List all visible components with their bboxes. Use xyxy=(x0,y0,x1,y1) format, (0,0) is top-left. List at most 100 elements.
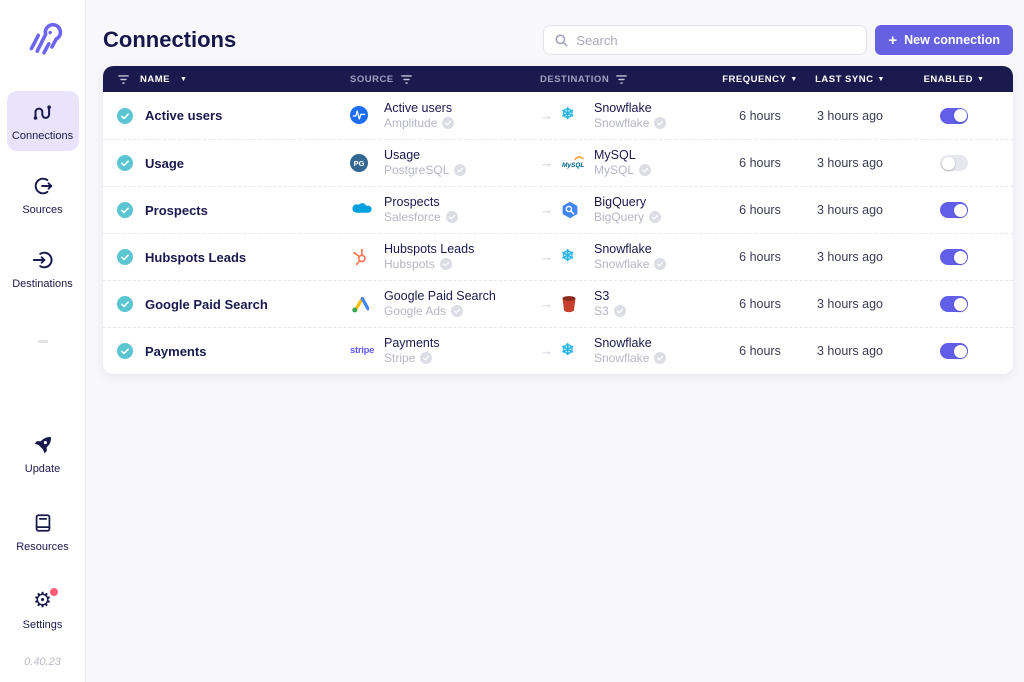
column-header-frequency[interactable]: FREQUENCY ▼ xyxy=(715,74,805,85)
destination-title: S3 xyxy=(594,289,610,304)
toggle-knob xyxy=(953,297,967,311)
filter-icon[interactable] xyxy=(117,73,130,86)
rocket-icon xyxy=(32,433,54,457)
sort-caret-icon: ▼ xyxy=(179,76,188,83)
enabled-toggle[interactable] xyxy=(940,343,968,359)
last-sync-cell: 3 hours ago xyxy=(805,203,895,217)
name-cell: Usage xyxy=(103,155,340,171)
connection-name: Hubspots Leads xyxy=(145,249,247,265)
status-check-icon xyxy=(117,202,133,218)
column-header-enabled[interactable]: ENABLED ▼ xyxy=(895,74,1013,85)
source-cell: Google Paid Search Google Ads xyxy=(340,289,530,318)
verified-badge-icon xyxy=(420,352,433,365)
last-sync-value: 3 hours ago xyxy=(816,108,884,123)
source-connector: Hubspots xyxy=(384,257,435,272)
filter-icon[interactable] xyxy=(400,73,413,86)
notification-dot xyxy=(49,588,58,596)
sidebar-item-update[interactable]: Update xyxy=(7,424,79,484)
enabled-toggle[interactable] xyxy=(940,249,968,265)
verified-badge-icon xyxy=(649,211,662,224)
enabled-toggle[interactable] xyxy=(940,155,968,171)
destination-cell: → ❄ Snowflake Snowflake xyxy=(530,101,715,130)
search-input[interactable] xyxy=(576,32,857,48)
sidebar-item-sources[interactable]: Sources xyxy=(7,165,79,225)
destination-title: Snowflake xyxy=(594,336,652,351)
sidebar-item-label: Connections xyxy=(11,130,74,142)
sidebar-item-destinations[interactable]: Destinations xyxy=(7,239,79,299)
frequency-cell: 6 hours xyxy=(715,297,805,311)
frequency-value: 6 hours xyxy=(739,156,781,170)
svg-text:PG: PG xyxy=(354,159,365,168)
connection-row[interactable]: Google Paid Search Google Paid Search Go… xyxy=(103,280,1013,327)
enabled-cell xyxy=(895,155,1013,171)
toggle-knob xyxy=(953,203,967,217)
last-sync-value: 3 hours ago xyxy=(816,250,884,264)
svg-text:MySQL: MySQL xyxy=(562,162,584,169)
name-cell: Hubspots Leads xyxy=(103,249,340,265)
arrow-right-icon: → xyxy=(540,296,553,312)
source-connector: PostgreSQL xyxy=(384,163,450,178)
name-cell: Prospects xyxy=(103,202,340,218)
destination-connector: S3 xyxy=(594,304,609,319)
connection-row[interactable]: Payments stripe Payments Stripe → ❄ Snow… xyxy=(103,327,1013,374)
book-icon xyxy=(32,511,54,535)
enabled-cell xyxy=(895,249,1013,265)
arrow-right-icon: → xyxy=(540,202,553,218)
column-label: LAST SYNC xyxy=(815,73,874,85)
source-connector: Salesforce xyxy=(384,210,441,225)
enabled-toggle[interactable] xyxy=(940,107,968,124)
connection-name: Prospects xyxy=(145,202,208,218)
destination-in-icon xyxy=(32,248,54,272)
sidebar-item-resources[interactable]: Resources xyxy=(7,502,79,562)
frequency-value: 6 hours xyxy=(739,250,781,264)
connection-row[interactable]: Active users Active users Amplitude → ❄ … xyxy=(103,92,1013,139)
enabled-cell xyxy=(895,107,1013,124)
table-header: NAME ▼ SOURCE DESTINATION FREQUENCY ▼ LAST SYN… xyxy=(103,66,1013,92)
column-header-source[interactable]: SOURCE xyxy=(340,73,530,86)
column-header-destination[interactable]: DESTINATION xyxy=(530,73,715,86)
connection-row[interactable]: Prospects Prospects Salesforce → BigQuer… xyxy=(103,186,1013,233)
status-check-icon xyxy=(117,155,133,171)
frequency-cell: 6 hours xyxy=(715,109,805,123)
new-connection-button[interactable]: + New connection xyxy=(875,25,1013,55)
last-sync-cell: 3 hours ago xyxy=(805,156,895,170)
new-connection-label: New connection xyxy=(904,33,1000,47)
sidebar-item-connections[interactable]: Connections xyxy=(6,91,79,151)
enabled-cell xyxy=(895,296,1013,312)
column-header-name[interactable]: NAME ▼ xyxy=(103,73,340,86)
enabled-toggle[interactable] xyxy=(940,202,968,218)
status-check-icon xyxy=(117,107,133,124)
connection-name: Usage xyxy=(145,155,185,171)
filter-icon[interactable] xyxy=(615,73,628,86)
airbyte-logo xyxy=(22,16,64,63)
app-window: Connections Sources Destinations Update … xyxy=(0,0,1024,682)
connection-row[interactable]: Hubspots Leads Hubspots Leads Hubspots →… xyxy=(103,233,1013,280)
destination-connector: Snowflake xyxy=(594,351,650,366)
enabled-toggle[interactable] xyxy=(940,296,968,312)
postgresql-icon: PG xyxy=(350,153,376,173)
destination-connector: Snowflake xyxy=(594,115,650,130)
search-box[interactable] xyxy=(543,25,868,55)
connections-table: NAME ▼ SOURCE DESTINATION FREQUENCY ▼ LAST SYN… xyxy=(103,66,1013,374)
destination-title: BigQuery xyxy=(594,195,647,210)
last-sync-value: 3 hours ago xyxy=(816,156,884,170)
source-cell: Active users Amplitude xyxy=(340,101,530,130)
sort-caret-icon: ▼ xyxy=(976,76,985,83)
sidebar-item-settings[interactable]: ⚙ Settings xyxy=(7,580,79,640)
sidebar-spacer xyxy=(37,299,48,424)
frequency-value: 6 hours xyxy=(739,297,781,311)
stripe-icon: stripe xyxy=(350,345,375,357)
status-check-icon xyxy=(117,296,133,312)
verified-badge-icon xyxy=(454,164,467,177)
column-header-last-sync[interactable]: LAST SYNC ▼ xyxy=(805,74,895,85)
connection-row[interactable]: Usage PG Usage PostgreSQL → MySQL MySQL … xyxy=(103,139,1013,186)
sidebar: Connections Sources Destinations Update … xyxy=(0,0,86,682)
destination-cell: → MySQL MySQL MySQL xyxy=(530,148,715,177)
source-cell: stripe Payments Stripe xyxy=(340,336,530,365)
topbar: Connections + New connection xyxy=(103,24,1013,56)
mysql-icon: MySQL xyxy=(561,153,587,173)
source-out-icon xyxy=(32,174,54,198)
status-check-icon xyxy=(117,249,133,265)
verified-badge-icon xyxy=(439,258,452,271)
source-title: Google Paid Search xyxy=(384,289,496,304)
